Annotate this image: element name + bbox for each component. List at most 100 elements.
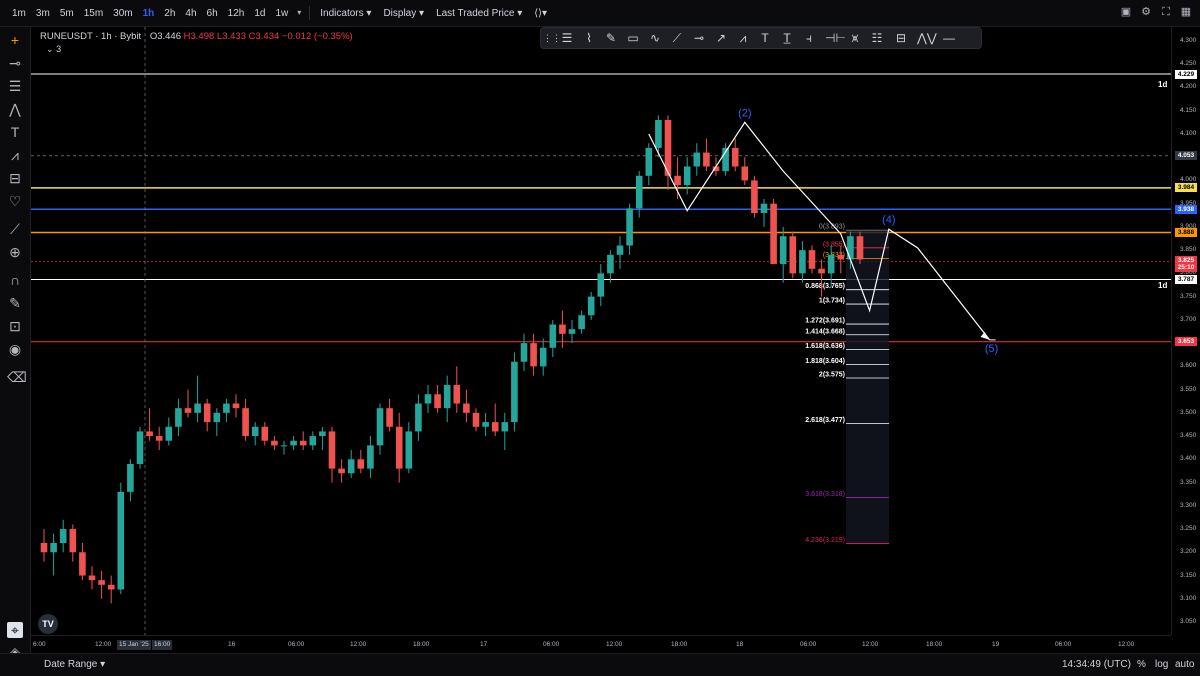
candle-body: [117, 491, 125, 590]
candle-body: [328, 431, 336, 469]
timeframe-1m[interactable]: 1m: [7, 8, 31, 19]
time-tick: 12:00: [95, 641, 112, 648]
candle-body: [501, 422, 509, 432]
percent-toggle[interactable]: %: [1137, 659, 1146, 670]
drag-handle-icon[interactable]: ⋮⋮: [543, 30, 561, 46]
candle-body: [827, 254, 835, 274]
price-label[interactable]: 3.938: [1175, 204, 1197, 214]
price-tick: 3.750: [1180, 292, 1197, 300]
fib-tool-icon[interactable]: ☰: [7, 78, 23, 94]
zigzag-icon[interactable]: ⋀⋁: [917, 30, 937, 46]
pattern-tool-icon[interactable]: ⋀: [7, 101, 23, 117]
wave-tool-icon[interactable]: ⩘: [7, 147, 23, 163]
camera-icon[interactable]: ▣: [1120, 6, 1132, 18]
price-chart[interactable]: 0(3.893)(3.855)(3.832)0.868(3.765)1(3.73…: [31, 27, 1171, 635]
ruler-icon[interactable]: ⟋: [7, 221, 23, 237]
sliders-icon[interactable]: ⊟: [893, 30, 909, 46]
price-tick: 3.600: [1180, 362, 1197, 370]
pencil-lock-icon[interactable]: ✎: [7, 295, 23, 311]
indicators-menu[interactable]: Indicators ▾: [314, 8, 377, 19]
ray-icon[interactable]: ⊸: [691, 30, 707, 46]
price-label[interactable]: 25:10: [1175, 263, 1197, 273]
timeframe-1d[interactable]: 1d: [249, 8, 270, 19]
price-label[interactable]: 4.053: [1175, 151, 1197, 161]
price-type-menu[interactable]: Last Traded Price ▾: [430, 8, 528, 19]
heart-icon[interactable]: ♡: [7, 193, 23, 209]
triangle-icon[interactable]: ⩘: [735, 30, 751, 46]
candle-body: [98, 580, 105, 585]
grid-icon[interactable]: ▦: [1180, 6, 1192, 18]
date-range-button[interactable]: Date Range ▾: [44, 659, 105, 670]
candle-body: [463, 403, 470, 413]
fib-icon[interactable]: ☰: [559, 30, 575, 46]
timeframe-2h[interactable]: 2h: [159, 8, 180, 19]
candle-body: [175, 408, 182, 427]
indicator-counter[interactable]: ⌄ 3: [46, 44, 61, 55]
price-label[interactable]: 3.653: [1175, 337, 1197, 347]
minus-icon[interactable]: —: [941, 30, 957, 46]
candle-body: [856, 236, 864, 260]
price-range-icon[interactable]: ⊣⊢: [825, 30, 846, 46]
timeframe-30m[interactable]: 30m: [108, 8, 137, 19]
fib-label: 4.236(3.219): [805, 537, 845, 544]
cursor-line-icon[interactable]: ⫞: [801, 30, 817, 46]
chevron-down-icon: ⌄: [46, 44, 54, 54]
price-tick: 3.050: [1180, 618, 1197, 625]
trash-icon[interactable]: ⌫: [7, 369, 27, 385]
timeframe-dropdown-icon[interactable]: ▾: [293, 7, 305, 19]
object-tree-icon[interactable]: ⌖: [7, 622, 23, 638]
text-icon[interactable]: T: [757, 30, 773, 46]
timeframe-1w[interactable]: 1w: [270, 8, 293, 19]
fullscreen-icon[interactable]: ⛶: [1160, 6, 1172, 18]
path-icon[interactable]: ∿: [647, 30, 663, 46]
price-label[interactable]: 4.229: [1175, 69, 1197, 79]
compare-menu[interactable]: ⟨⟩▾: [528, 8, 553, 19]
time-tick: 6:00: [33, 641, 46, 648]
time-axis[interactable]: [31, 635, 1171, 654]
fib-label: 1.414(3.668): [805, 328, 845, 335]
crosshair-icon[interactable]: +: [7, 32, 23, 48]
text-tool-icon[interactable]: T: [7, 124, 23, 140]
timeframe-12h[interactable]: 12h: [223, 8, 250, 19]
time-tick: 18:00: [671, 641, 688, 648]
log-toggle[interactable]: log: [1155, 659, 1168, 670]
lock-icon[interactable]: ⊡: [7, 318, 23, 334]
candle-body: [645, 147, 653, 176]
indicators-label: Indicators: [320, 7, 364, 19]
note-icon[interactable]: T̲: [779, 30, 795, 46]
eye-icon[interactable]: ◉: [7, 341, 23, 357]
zoom-icon[interactable]: ⊕: [7, 244, 23, 260]
pen-icon[interactable]: ✎: [603, 30, 619, 46]
display-menu[interactable]: Display ▾: [377, 8, 430, 19]
candle-body: [213, 412, 221, 423]
auto-toggle[interactable]: auto: [1175, 659, 1194, 670]
timeframe-5m[interactable]: 5m: [55, 8, 79, 19]
clock[interactable]: 14:34:49 (UTC): [1062, 659, 1131, 670]
arrow-icon[interactable]: ↗: [713, 30, 729, 46]
gear-icon[interactable]: ⚙: [1140, 6, 1152, 18]
wave-icon[interactable]: ⩙: [847, 30, 863, 46]
horizontal-line-icon[interactable]: ⊸: [7, 55, 23, 71]
price-label[interactable]: 3.888: [1175, 227, 1197, 237]
level-tag: 1d: [1158, 80, 1168, 90]
timeframe-6h[interactable]: 6h: [202, 8, 223, 19]
magnet-icon[interactable]: ∩: [7, 272, 23, 288]
candle-body: [424, 394, 432, 404]
timeframe-4h[interactable]: 4h: [180, 8, 201, 19]
price-label[interactable]: 3.984: [1175, 183, 1197, 193]
timeframe-15m[interactable]: 15m: [79, 8, 108, 19]
timeframe-3m[interactable]: 3m: [31, 8, 55, 19]
settings-sliders-icon[interactable]: ⊟: [7, 170, 23, 186]
price-label[interactable]: 3.787: [1175, 274, 1197, 284]
measure-icon[interactable]: ☷: [869, 30, 885, 46]
candle-body: [607, 254, 614, 274]
brush-icon[interactable]: ⌇: [581, 30, 597, 46]
candle-body: [443, 384, 451, 409]
fib-label: 3.618(3.318): [805, 491, 845, 498]
trendline-icon[interactable]: ⟋: [669, 30, 685, 46]
symbol-label[interactable]: RUNEUSDT · 1h · Bybit: [40, 31, 141, 42]
price-axis[interactable]: [1171, 27, 1200, 635]
timeframe-1h[interactable]: 1h: [138, 8, 160, 19]
top-toolbar: 1m 3m 5m 15m 30m 1h 2h 4h 6h 12h 1d 1w ▾ Indicators…: [0, 0, 1200, 27]
rectangle-icon[interactable]: ▭: [625, 30, 641, 46]
